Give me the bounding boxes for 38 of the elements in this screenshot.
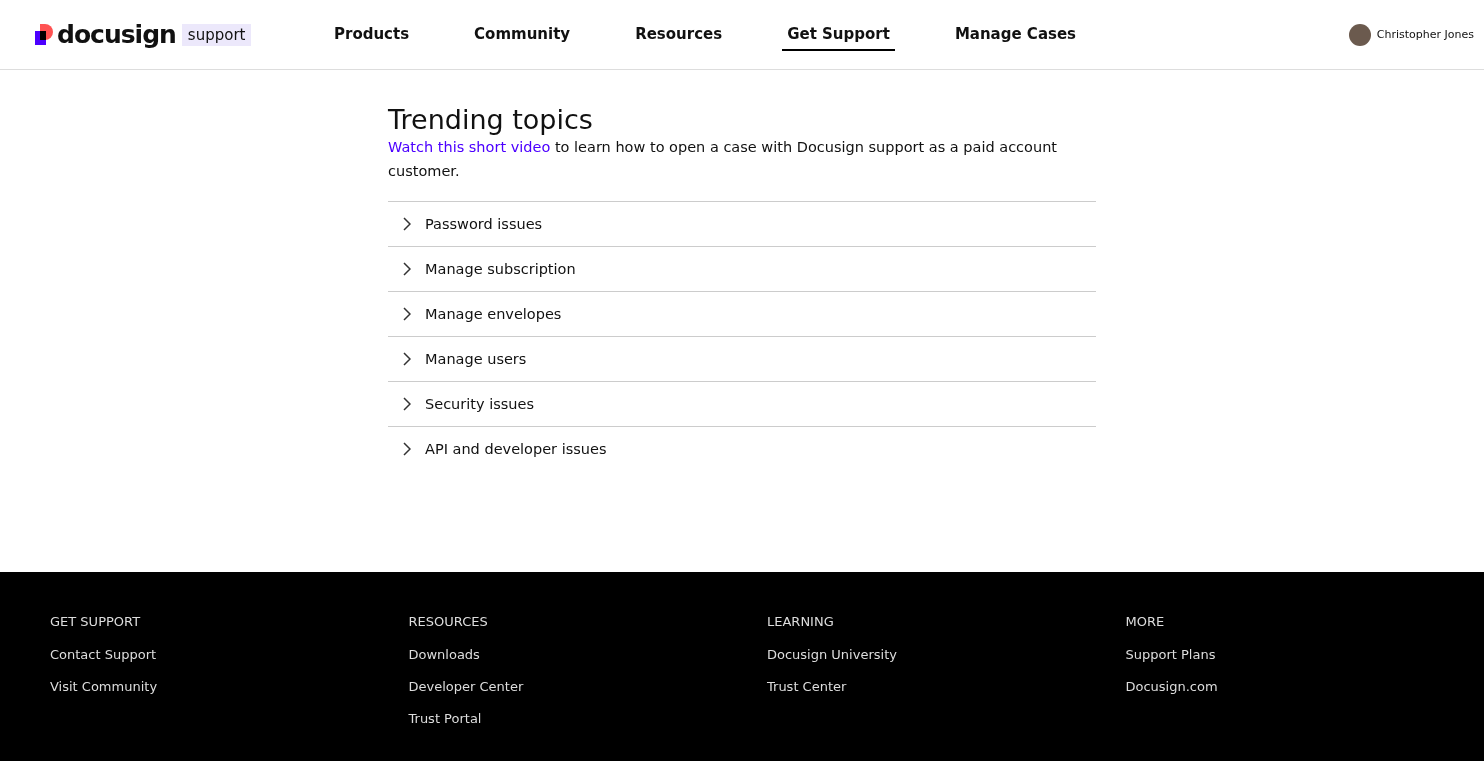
topic-label: Manage users <box>425 351 527 367</box>
footer-link[interactable]: Developer Center <box>408 679 524 694</box>
section-title: Trending topics <box>388 104 594 135</box>
topic-label: Security issues <box>425 396 534 412</box>
topic-row[interactable]: Password issues <box>388 201 1096 246</box>
footer-link[interactable]: Trust Center <box>767 679 847 694</box>
footer-link[interactable]: Downloads <box>408 647 480 662</box>
topic-row[interactable]: Security issues <box>388 381 1096 426</box>
footer-link[interactable]: Trust Portal <box>408 711 482 726</box>
avatar[interactable] <box>1348 23 1371 46</box>
topic-row[interactable]: Manage users <box>388 336 1096 381</box>
intro-text: Watch this short video to learn how to open a case with Docusign support as a paid account customer. <box>388 138 1059 181</box>
footer-heading: LEARNING <box>767 614 834 629</box>
logo-badge: support <box>181 23 252 46</box>
topic-label: Password issues <box>425 216 543 232</box>
topic-label: Manage subscription <box>425 261 576 277</box>
logo-icon <box>35 23 53 46</box>
topic-row[interactable]: Manage subscription <box>388 246 1096 291</box>
topic-label: Manage envelopes <box>425 306 562 322</box>
user-name[interactable]: Christopher Jones <box>1376 28 1474 41</box>
footer-link[interactable]: Support Plans <box>1125 647 1216 662</box>
nav-tab[interactable]: Resources <box>630 18 728 51</box>
topic-row[interactable]: API and developer issues <box>388 426 1096 471</box>
footer-link[interactable]: Visit Community <box>50 679 158 694</box>
footer-link[interactable]: Docusign University <box>767 647 897 662</box>
footer-heading: MORE <box>1125 614 1165 629</box>
nav-tab[interactable]: Manage Cases <box>949 18 1082 51</box>
topic-row[interactable]: Manage envelopes <box>388 291 1096 336</box>
logo-text[interactable]: docusign <box>57 20 176 49</box>
topic-label: API and developer issues <box>425 441 607 457</box>
footer-link[interactable]: Contact Support <box>50 647 157 662</box>
footer-heading: RESOURCES <box>408 614 488 629</box>
footer-heading: GET SUPPORT <box>50 614 141 629</box>
nav-tab[interactable]: Products <box>329 18 415 51</box>
nav-tab[interactable]: Community <box>469 18 576 51</box>
video-link[interactable]: Watch this short video <box>388 139 551 155</box>
footer-link[interactable]: Docusign.com <box>1125 679 1218 694</box>
nav-tab[interactable]: Get Support <box>782 18 895 51</box>
